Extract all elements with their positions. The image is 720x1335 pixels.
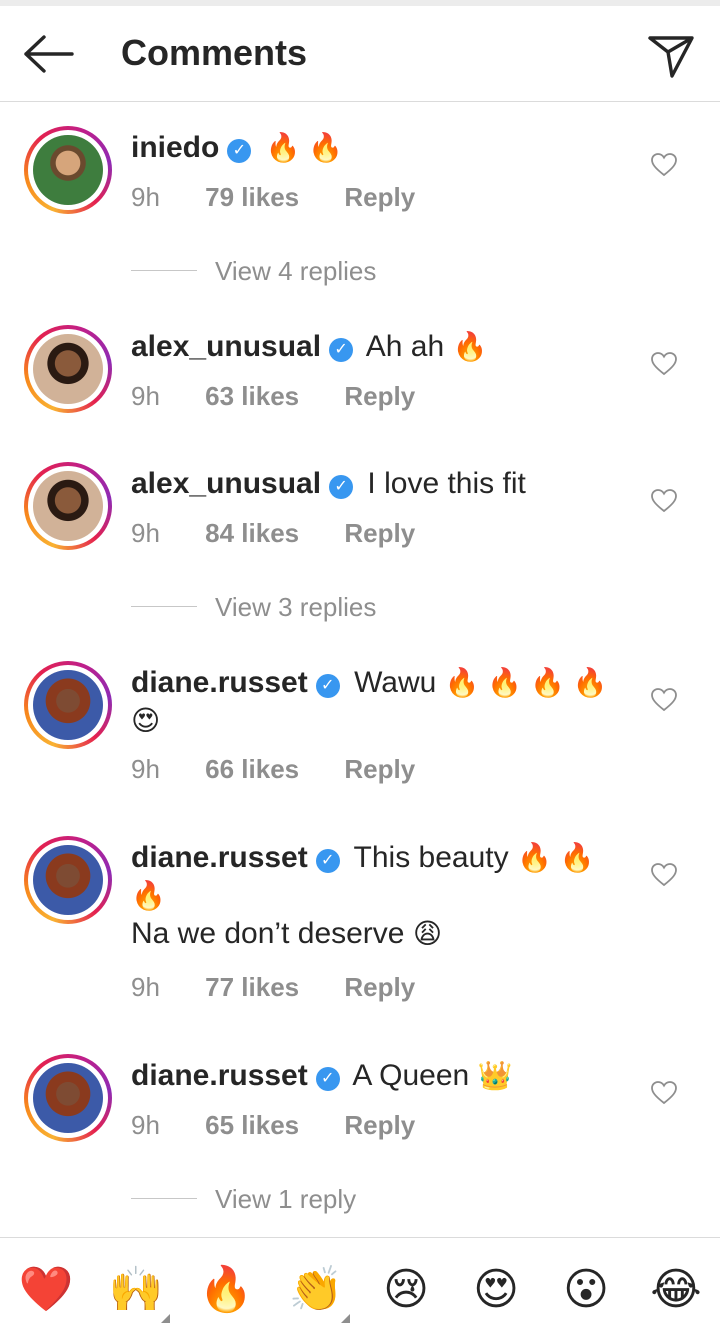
comment-emoji: 🔥 🔥: [265, 132, 344, 163]
crown-emoji: 👑: [477, 1060, 513, 1091]
crying-face-emoji-button[interactable]: 😢: [378, 1262, 434, 1318]
reply-button[interactable]: Reply: [344, 182, 415, 212]
quick-emoji-bar: ❤️ 🙌 🔥 👏 😢 😍 😮 😂: [0, 1237, 720, 1335]
comment-body: diane.russet ✓ A Queen 👑: [131, 1057, 611, 1095]
tears-of-joy-emoji-button[interactable]: 😂: [648, 1262, 704, 1318]
view-replies-label[interactable]: View 3 replies: [215, 592, 376, 623]
reply-button[interactable]: Reply: [344, 381, 415, 411]
verified-badge-icon: ✓: [329, 338, 354, 362]
comment-time: 9h: [131, 518, 160, 548]
verified-badge-icon: ✓: [227, 139, 252, 163]
comment-username[interactable]: diane.russet: [131, 666, 308, 699]
comment-meta: 9h 77 likes Reply: [131, 972, 453, 1003]
reply-button[interactable]: Reply: [344, 754, 415, 784]
fire-emoji-button[interactable]: 🔥: [198, 1262, 254, 1318]
skin-tone-indicator-icon: [161, 1314, 170, 1323]
likes-count[interactable]: 79 likes: [205, 182, 299, 212]
heart-icon[interactable]: [651, 688, 677, 712]
comment-text: This beauty: [353, 841, 509, 874]
heart-emoji-button[interactable]: ❤️: [18, 1262, 74, 1318]
reply-button[interactable]: Reply: [344, 518, 415, 548]
comment-time: 9h: [131, 381, 160, 411]
comment-body: diane.russet ✓ This beauty 🔥 🔥 🔥 Na we do…: [131, 839, 611, 953]
comment-body: diane.russet ✓ Wawu 🔥 🔥 🔥 🔥 😍: [131, 664, 611, 740]
comment-body: alex_unusual ✓ I love this fit: [131, 465, 611, 503]
comment-meta: 9h 79 likes Reply: [131, 182, 453, 213]
comment-emoji: 😍: [131, 705, 161, 736]
comment-time: 9h: [131, 754, 160, 784]
heart-icon[interactable]: [651, 352, 677, 376]
comment-emoji: 🔥: [131, 880, 166, 911]
heart-icon[interactable]: [651, 1081, 677, 1105]
comment-username[interactable]: alex_unusual: [131, 330, 321, 363]
divider: [131, 606, 197, 607]
heart-icon[interactable]: [651, 153, 677, 177]
skin-tone-indicator-icon: [341, 1314, 350, 1323]
verified-badge-icon: ✓: [315, 674, 340, 698]
heart-eyes-emoji-button[interactable]: 😍: [468, 1262, 524, 1318]
direct-send-icon[interactable]: [646, 30, 696, 80]
avatar[interactable]: [24, 325, 112, 413]
likes-count[interactable]: 63 likes: [205, 381, 299, 411]
comment-meta: 9h 63 likes Reply: [131, 381, 453, 412]
comment-username[interactable]: diane.russet: [131, 1059, 308, 1092]
comment-body: iniedo ✓ 🔥 🔥: [131, 129, 611, 167]
avatar[interactable]: [24, 836, 112, 924]
verified-badge-icon: ✓: [315, 1067, 340, 1091]
comment-meta: 9h 65 likes Reply: [131, 1110, 453, 1141]
comment-text: I love this fit: [367, 467, 526, 500]
comment-text: A Queen: [352, 1059, 470, 1092]
divider: [131, 270, 197, 271]
view-replies-label[interactable]: View 4 replies: [215, 256, 376, 287]
heart-icon[interactable]: [651, 863, 677, 887]
avatar[interactable]: [24, 661, 112, 749]
comments-header: Comments: [0, 6, 720, 102]
heart-icon[interactable]: [651, 489, 677, 513]
comment-time: 9h: [131, 182, 160, 212]
comment-meta: 9h 66 likes Reply: [131, 754, 453, 785]
comment-username[interactable]: alex_unusual: [131, 467, 321, 500]
clapping-hands-emoji-button[interactable]: 👏: [288, 1262, 344, 1318]
view-replies-label[interactable]: View 1 reply: [215, 1184, 356, 1215]
likes-count[interactable]: 84 likes: [205, 518, 299, 548]
likes-count[interactable]: 65 likes: [205, 1110, 299, 1140]
divider: [131, 1198, 197, 1199]
comment-emoji: 🔥: [452, 331, 488, 362]
avatar[interactable]: [24, 462, 112, 550]
reply-button[interactable]: Reply: [344, 972, 415, 1002]
comment-username[interactable]: diane.russet: [131, 841, 308, 874]
comment-emoji: 🔥 🔥: [516, 842, 595, 873]
avatar[interactable]: [24, 1054, 112, 1142]
comment-meta: 9h 84 likes Reply: [131, 518, 453, 549]
comment-time: 9h: [131, 972, 160, 1002]
raising-hands-emoji-button[interactable]: 🙌: [108, 1262, 164, 1318]
comment-text: Na we don’t deserve: [131, 917, 405, 950]
avatar[interactable]: [24, 126, 112, 214]
surprised-face-emoji-button[interactable]: 😮: [558, 1262, 614, 1318]
page-title: Comments: [121, 32, 308, 73]
comment-emoji: 😩: [412, 918, 443, 949]
comment-body: alex_unusual ✓ Ah ah 🔥: [131, 328, 611, 366]
comment-time: 9h: [131, 1110, 160, 1140]
comment-text: Wawu: [354, 666, 437, 699]
likes-count[interactable]: 66 likes: [205, 754, 299, 784]
back-arrow-icon[interactable]: [22, 34, 74, 74]
comment-emoji: 🔥 🔥 🔥 🔥: [444, 667, 608, 698]
verified-badge-icon: ✓: [329, 475, 354, 499]
comment-text: Ah ah: [365, 330, 445, 363]
verified-badge-icon: ✓: [315, 849, 340, 873]
likes-count[interactable]: 77 likes: [205, 972, 299, 1002]
comment-username[interactable]: iniedo: [131, 131, 219, 164]
reply-button[interactable]: Reply: [344, 1110, 415, 1140]
